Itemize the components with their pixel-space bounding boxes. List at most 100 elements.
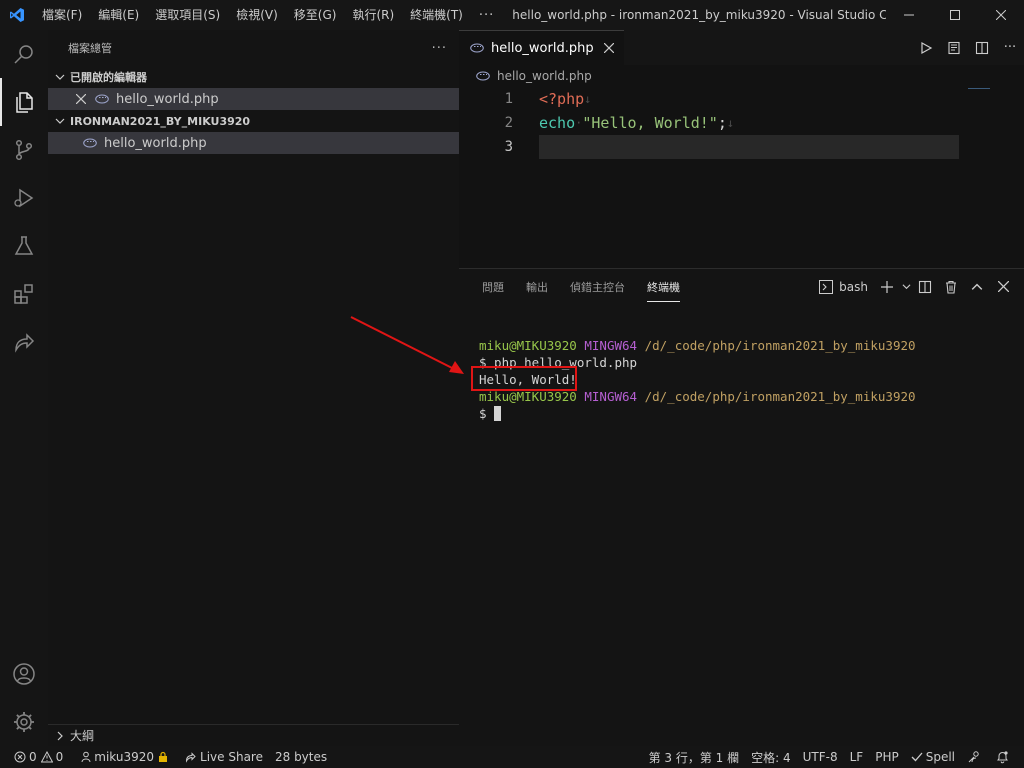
new-terminal-button[interactable] bbox=[874, 269, 900, 304]
account-name: miku3920 bbox=[94, 750, 155, 764]
tab-hello-world-php[interactable]: hello_world.php bbox=[459, 30, 624, 65]
activity-source-control[interactable] bbox=[0, 126, 48, 174]
activity-testing[interactable] bbox=[0, 222, 48, 270]
php-file-icon bbox=[82, 138, 98, 148]
close-editor-icon[interactable] bbox=[74, 94, 88, 104]
menu-go[interactable]: 移至(G) bbox=[286, 0, 345, 30]
tab-debug-console[interactable]: 偵錯主控台 bbox=[559, 269, 636, 304]
split-icon bbox=[975, 41, 989, 54]
search-icon bbox=[14, 45, 33, 64]
activity-explorer[interactable] bbox=[0, 78, 48, 126]
status-indentation[interactable]: 空格: 4 bbox=[745, 746, 797, 768]
sidebar-more-button[interactable]: ··· bbox=[432, 41, 447, 56]
outline-title: 大綱 bbox=[70, 729, 95, 743]
gear-icon bbox=[14, 712, 34, 732]
warning-count: 0 bbox=[55, 750, 64, 764]
chevron-down-icon bbox=[52, 116, 68, 126]
open-editor-label: hello_world.php bbox=[116, 91, 219, 107]
activity-extensions[interactable] bbox=[0, 270, 48, 318]
menu-edit[interactable]: 編輯(E) bbox=[90, 0, 147, 30]
kill-terminal-button[interactable] bbox=[938, 269, 964, 304]
php-file-icon bbox=[94, 94, 110, 104]
close-window-button[interactable] bbox=[978, 0, 1024, 30]
outline-section[interactable]: 大綱 bbox=[48, 724, 459, 746]
eol-marker: ↓ bbox=[726, 116, 735, 130]
activity-settings[interactable] bbox=[0, 698, 48, 746]
activity-search[interactable] bbox=[0, 30, 48, 78]
explorer-sidebar: 檔案總管 ··· 已開啟的編輯器 hello_world.php IRONMAN… bbox=[48, 30, 459, 746]
terminal-cursor bbox=[494, 406, 502, 421]
status-account[interactable]: miku3920 bbox=[75, 746, 178, 768]
source-control-icon bbox=[15, 139, 33, 161]
line-number: 2 bbox=[504, 115, 513, 131]
close-tab-icon[interactable] bbox=[603, 43, 614, 53]
editor-more-button[interactable]: ··· bbox=[996, 30, 1024, 65]
minimap[interactable] bbox=[968, 88, 1018, 92]
open-editor-item[interactable]: hello_world.php bbox=[48, 88, 459, 110]
menu-run[interactable]: 執行(R) bbox=[344, 0, 402, 30]
status-cursor-position[interactable]: 第 3 行，第 1 欄 bbox=[643, 746, 746, 768]
split-editor-button[interactable] bbox=[968, 30, 996, 65]
maximize-button[interactable] bbox=[932, 0, 978, 30]
terminal-prompt-line: $ bbox=[479, 405, 916, 422]
chevron-down-icon bbox=[902, 284, 910, 290]
activity-run-debug[interactable] bbox=[0, 174, 48, 222]
menu-view[interactable]: 檢視(V) bbox=[228, 0, 286, 30]
editor-actions: ··· bbox=[912, 30, 1024, 65]
menu-terminal[interactable]: 終端機(T) bbox=[402, 0, 471, 30]
minimize-button[interactable] bbox=[886, 0, 932, 30]
person-icon bbox=[81, 751, 91, 763]
panel-actions: bash bbox=[819, 269, 1016, 304]
close-panel-button[interactable] bbox=[990, 269, 1016, 304]
status-language[interactable]: PHP bbox=[869, 746, 905, 768]
live-share-label: Live Share bbox=[200, 750, 263, 764]
editor-area: hello_world.php ··· hello_world.php 1 <?… bbox=[459, 30, 1024, 268]
tab-label: hello_world.php bbox=[491, 40, 594, 56]
terminal-profile-selector[interactable]: bash bbox=[819, 269, 874, 304]
preview-button[interactable] bbox=[940, 30, 968, 65]
terminal-dropdown-button[interactable] bbox=[900, 269, 912, 304]
window-controls bbox=[886, 0, 1024, 30]
menu-selection[interactable]: 選取項目(S) bbox=[147, 0, 228, 30]
activity-bar bbox=[0, 30, 48, 746]
terminal-line: miku@MIKU3920 MINGW64 /d/_code/php/ironm… bbox=[479, 337, 916, 354]
run-file-button[interactable] bbox=[912, 30, 940, 65]
maximize-panel-button[interactable] bbox=[964, 269, 990, 304]
line-number: 3 bbox=[504, 139, 513, 155]
menu-file[interactable]: 檔案(F) bbox=[34, 0, 90, 30]
terminal-user: miku@MIKU3920 bbox=[479, 338, 577, 353]
breadcrumb[interactable]: hello_world.php bbox=[459, 65, 1024, 87]
panel-tabs: 問題 輸出 偵錯主控台 終端機 bash bbox=[459, 269, 1024, 304]
status-eol[interactable]: LF bbox=[844, 746, 870, 768]
status-notifications[interactable] bbox=[990, 746, 1018, 768]
activity-accounts[interactable] bbox=[0, 650, 48, 698]
project-folder-section[interactable]: IRONMAN2021_BY_MIKU3920 bbox=[48, 110, 459, 132]
terminal-cwd: /d/_code/php/ironman2021_by_miku3920 bbox=[644, 389, 916, 404]
activity-live-share[interactable] bbox=[0, 318, 48, 366]
tab-problems[interactable]: 問題 bbox=[471, 269, 515, 304]
live-share-icon bbox=[15, 333, 35, 353]
menu-more-button[interactable]: ··· bbox=[471, 8, 502, 23]
split-icon bbox=[918, 280, 932, 293]
status-spell[interactable]: Spell bbox=[905, 746, 961, 768]
split-terminal-button[interactable] bbox=[912, 269, 938, 304]
terminal-profile-label: bash bbox=[839, 279, 868, 294]
terminal-prompt: $ bbox=[479, 406, 495, 421]
maximize-icon bbox=[950, 10, 960, 20]
open-editors-section[interactable]: 已開啟的編輯器 bbox=[48, 66, 459, 88]
code-token: "Hello, World!" bbox=[582, 114, 718, 132]
status-live-share[interactable]: Live Share bbox=[178, 746, 269, 768]
tab-terminal[interactable]: 終端機 bbox=[636, 269, 691, 304]
file-tree-item[interactable]: hello_world.php bbox=[48, 132, 459, 154]
files-icon bbox=[16, 92, 33, 113]
status-encoding[interactable]: UTF-8 bbox=[797, 746, 844, 768]
status-problems[interactable]: 0 0 bbox=[8, 746, 69, 768]
flask-icon bbox=[14, 236, 34, 255]
php-file-icon bbox=[475, 71, 491, 81]
spell-label: Spell bbox=[925, 750, 955, 764]
code-editor[interactable]: 1 <?php ↓ 2 echo · "Hello, World!"; ↓ 3 bbox=[459, 87, 1024, 159]
chevron-right-icon bbox=[52, 731, 68, 741]
status-feedback[interactable] bbox=[961, 746, 990, 768]
tab-output[interactable]: 輸出 bbox=[515, 269, 559, 304]
sidebar-title: 檔案總管 bbox=[68, 42, 112, 55]
